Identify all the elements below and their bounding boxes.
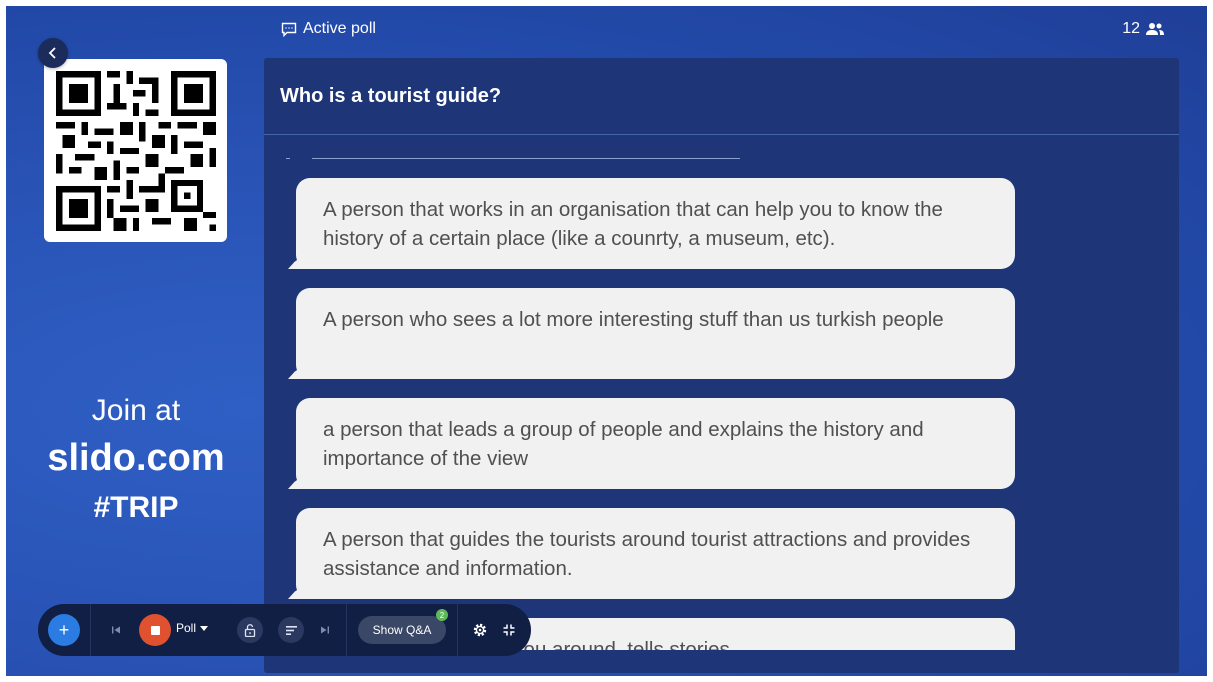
lock-button[interactable]	[237, 617, 263, 643]
answers-list[interactable]: A person that works in an organisation t…	[288, 178, 1048, 650]
answer-bubble: A person who sees a lot more interesting…	[296, 288, 1015, 379]
show-qa-label: Show Q&A	[372, 623, 432, 637]
join-at-label: Join at	[91, 394, 181, 427]
poll-panel: Who is a tourist guide? A person that wo…	[264, 58, 1179, 673]
back-button[interactable]	[38, 38, 68, 68]
answer-bubble: a person that leads a group of people an…	[296, 398, 1015, 489]
toolbar-divider	[346, 604, 347, 656]
active-poll-label: Active poll	[281, 20, 376, 38]
divider-dot	[286, 158, 290, 159]
settings-icon	[473, 623, 487, 637]
qr-code	[44, 59, 227, 242]
poll-dropdown-label: Poll	[176, 621, 197, 635]
active-poll-text: Active poll	[303, 20, 376, 37]
stop-icon	[150, 625, 160, 635]
answer-bubble: A person that works in an organisation t…	[296, 178, 1015, 269]
settings-button[interactable]	[467, 617, 493, 643]
presentation-stage: Join at slido.com #TRIP Active poll 12 W…	[6, 6, 1207, 676]
participants-count: 12	[1122, 20, 1165, 38]
join-url: slido.com	[47, 437, 225, 479]
exit-fullscreen-button[interactable]	[496, 617, 522, 643]
poll-dropdown[interactable]: Poll	[176, 621, 209, 635]
show-qa-button[interactable]: Show Q&A 2	[358, 609, 448, 644]
scroll-divider	[312, 158, 740, 159]
toolbar-divider	[90, 604, 91, 656]
results-button[interactable]	[278, 617, 304, 643]
collapse-icon	[503, 624, 515, 636]
qr-code-image	[55, 70, 216, 231]
add-button[interactable]: +	[48, 614, 80, 646]
chat-bubble-icon	[281, 22, 297, 37]
stop-poll-button[interactable]	[139, 614, 171, 646]
answer-bubble: A person that guides the tourists around…	[296, 508, 1015, 599]
next-button[interactable]	[312, 617, 338, 643]
toolbar-divider	[457, 604, 458, 656]
people-icon	[1146, 23, 1164, 35]
participants-number: 12	[1122, 20, 1140, 37]
join-instructions: Join at slido.com #TRIP	[6, 391, 266, 529]
unlock-icon	[244, 623, 256, 637]
question-title: Who is a tourist guide?	[264, 58, 1179, 135]
skip-previous-icon	[112, 626, 120, 634]
qa-count-badge: 2	[436, 609, 448, 621]
previous-button[interactable]	[103, 617, 129, 643]
presenter-toolbar: + Poll Show Q&A 2	[38, 604, 531, 656]
chevron-down-icon	[200, 625, 209, 631]
list-icon	[285, 625, 297, 635]
plus-icon: +	[58, 620, 70, 640]
event-code: #TRIP	[93, 491, 179, 524]
chevron-left-icon	[48, 47, 56, 59]
skip-next-icon	[321, 626, 329, 634]
